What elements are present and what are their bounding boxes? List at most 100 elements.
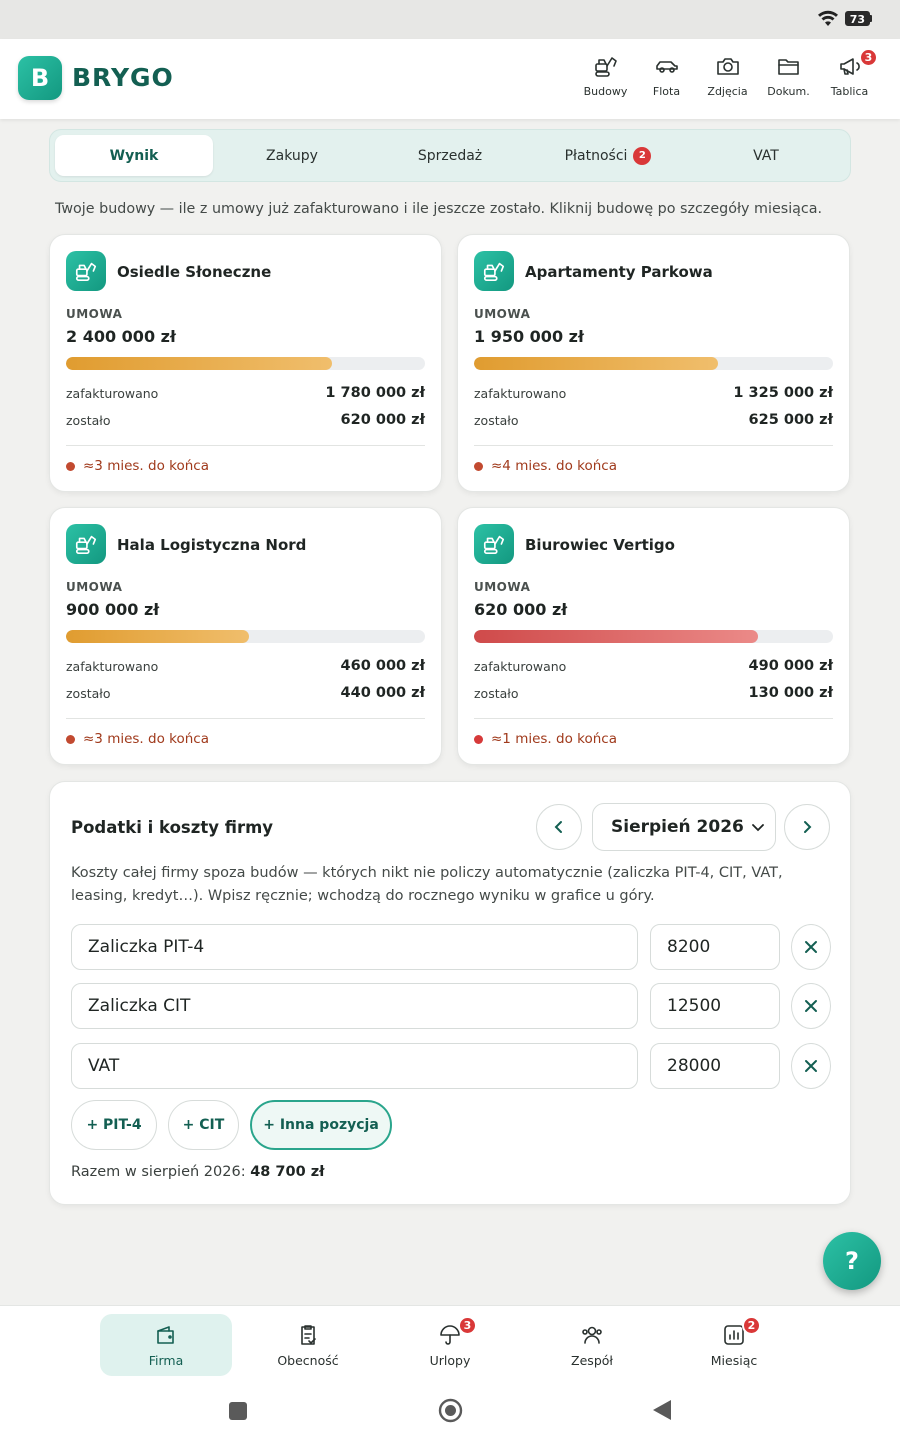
bottom-nav-urlopy[interactable]: 3 Urlopy <box>384 1314 516 1376</box>
bottom-nav-label: Obecność <box>277 1352 339 1368</box>
top-nav-dokumenty[interactable]: Dokum. <box>758 53 819 98</box>
progress-fill <box>474 357 718 370</box>
system-nav-bar <box>0 1385 900 1440</box>
intro-text: Twoje budowy — ile z umowy już zafakturo… <box>55 201 823 217</box>
eta-text: ≈4 mies. do końca <box>491 458 617 474</box>
remove-item-button[interactable] <box>791 924 831 970</box>
status-dot <box>474 734 483 744</box>
invoiced-value: 1 325 000 zł <box>733 385 833 401</box>
tab-label: Płatności <box>564 147 628 164</box>
cost-name-field[interactable]: VAT <box>71 1043 638 1089</box>
close-icon <box>805 1000 817 1012</box>
eta-status: ≈3 mies. do końca <box>66 731 209 747</box>
remove-item-button[interactable] <box>791 983 831 1029</box>
site-name: Apartamenty Parkowa <box>525 263 713 281</box>
cost-amount-field[interactable]: 12500 <box>650 983 780 1029</box>
home-icon[interactable] <box>438 1398 463 1423</box>
bottom-nav-firma[interactable]: Firma <box>100 1314 232 1376</box>
battery-level: 73 <box>844 10 870 26</box>
remaining-value: 625 000 zł <box>748 412 833 428</box>
contract-label: UMOWA <box>66 307 123 321</box>
clipboard-check-icon <box>301 1324 316 1345</box>
logo-letter: B <box>30 64 50 92</box>
cost-name-field[interactable]: Zaliczka PIT-4 <box>71 924 638 970</box>
remaining-label: zostało <box>474 685 519 701</box>
camera-icon <box>716 58 739 75</box>
remaining-value: 440 000 zł <box>340 685 425 701</box>
tab-wynik[interactable]: Wynik <box>55 135 213 176</box>
top-nav-flota[interactable]: Flota <box>636 53 697 98</box>
add-other-item-button[interactable]: + Inna pozycja <box>250 1100 392 1150</box>
tab-zakupy[interactable]: Zakupy <box>213 135 371 176</box>
eta-status: ≈1 mies. do końca <box>474 731 617 747</box>
chevron-right-icon <box>804 821 812 833</box>
folder-icon <box>777 59 799 75</box>
recents-icon[interactable] <box>229 1402 247 1420</box>
month-value: Sierpień 2026 <box>611 817 744 837</box>
tab-sprzedaz[interactable]: Sprzedaż <box>371 135 529 176</box>
month-select[interactable]: Sierpień 2026 <box>592 803 776 851</box>
brand-name: BRYGO <box>72 63 174 92</box>
bottom-nav-label: Miesiąc <box>710 1352 758 1368</box>
battery-icon: 73 <box>844 10 872 26</box>
notification-badge: 2 <box>742 1316 761 1335</box>
cost-name-field[interactable]: Zaliczka CIT <box>71 983 638 1029</box>
site-card[interactable]: Osiedle Słoneczne UMOWA 2 400 000 zł zaf… <box>49 234 442 492</box>
prev-month-button[interactable] <box>536 804 582 850</box>
site-card[interactable]: Hala Logistyczna Nord UMOWA 900 000 zł z… <box>49 507 442 765</box>
status-dot <box>66 461 75 471</box>
bottom-nav-label: Urlopy <box>429 1352 471 1368</box>
invoiced-progress-bar <box>66 357 425 370</box>
top-nav-label: Dokum. <box>767 85 810 98</box>
divider <box>66 718 425 719</box>
bottom-nav-label: Firma <box>148 1352 184 1368</box>
bottom-nav-obecnosc[interactable]: Obecność <box>242 1314 374 1376</box>
remaining-label: zostało <box>474 412 519 428</box>
top-nav-zdjecia[interactable]: Zdjęcia <box>697 53 758 98</box>
next-month-button[interactable] <box>784 804 830 850</box>
invoiced-value: 460 000 zł <box>340 658 425 674</box>
top-nav-label: Zdjęcia <box>707 85 748 98</box>
top-nav-label: Budowy <box>583 85 628 98</box>
add-pit4-button[interactable]: + PIT-4 <box>71 1100 157 1150</box>
top-nav-label: Tablica <box>830 85 869 98</box>
panel-description: Koszty całej firmy spoza budów — których… <box>71 865 783 904</box>
bottom-nav-miesiac[interactable]: 2 Miesiąc <box>668 1314 800 1376</box>
help-button[interactable]: ? <box>823 1232 881 1290</box>
cost-amount-field[interactable]: 8200 <box>650 924 780 970</box>
tab-platnosci[interactable]: Płatności 2 <box>529 135 687 176</box>
site-name: Osiedle Słoneczne <box>117 263 272 281</box>
eta-text: ≈1 mies. do końca <box>491 731 617 747</box>
app-logo[interactable]: B <box>18 56 62 100</box>
eta-status: ≈4 mies. do końca <box>474 458 617 474</box>
tab-label: Sprzedaż <box>417 147 483 164</box>
eta-status: ≈3 mies. do końca <box>66 458 209 474</box>
chevron-down-icon <box>752 824 764 832</box>
divider <box>474 445 833 446</box>
status-bar: 73 <box>0 0 900 39</box>
team-icon <box>582 1326 602 1344</box>
notification-badge: 3 <box>859 48 878 67</box>
add-cit-button[interactable]: + CIT <box>168 1100 239 1150</box>
remove-item-button[interactable] <box>791 1043 831 1089</box>
cost-amount-field[interactable]: 28000 <box>650 1043 780 1089</box>
close-icon <box>805 1060 817 1072</box>
contract-value: 2 400 000 zł <box>66 327 176 346</box>
contract-label: UMOWA <box>474 580 531 594</box>
site-card[interactable]: Apartamenty Parkowa UMOWA 1 950 000 zł z… <box>457 234 850 492</box>
top-nav-budowy[interactable]: Budowy <box>575 53 636 98</box>
excavator-icon <box>474 251 514 291</box>
bottom-nav-zespol[interactable]: Zespół <box>526 1314 658 1376</box>
eta-text: ≈3 mies. do końca <box>83 458 209 474</box>
tab-vat[interactable]: VAT <box>687 135 845 176</box>
total-label: Razem w sierpień 2026: <box>71 1164 246 1180</box>
contract-label: UMOWA <box>66 580 123 594</box>
back-icon[interactable] <box>652 1399 672 1421</box>
tab-label: VAT <box>753 147 779 164</box>
remaining-value: 620 000 zł <box>340 412 425 428</box>
company-costs-panel: Podatki i koszty firmy Sierpień 2026 Kos… <box>49 781 851 1205</box>
top-nav: Budowy Flota Zdjęcia Dokum. 3 Tablica <box>575 48 880 98</box>
site-card[interactable]: Biurowiec Vertigo UMOWA 620 000 zł zafak… <box>457 507 850 765</box>
remaining-label: zostało <box>66 685 111 701</box>
top-nav-tablica[interactable]: 3 Tablica <box>819 48 880 98</box>
